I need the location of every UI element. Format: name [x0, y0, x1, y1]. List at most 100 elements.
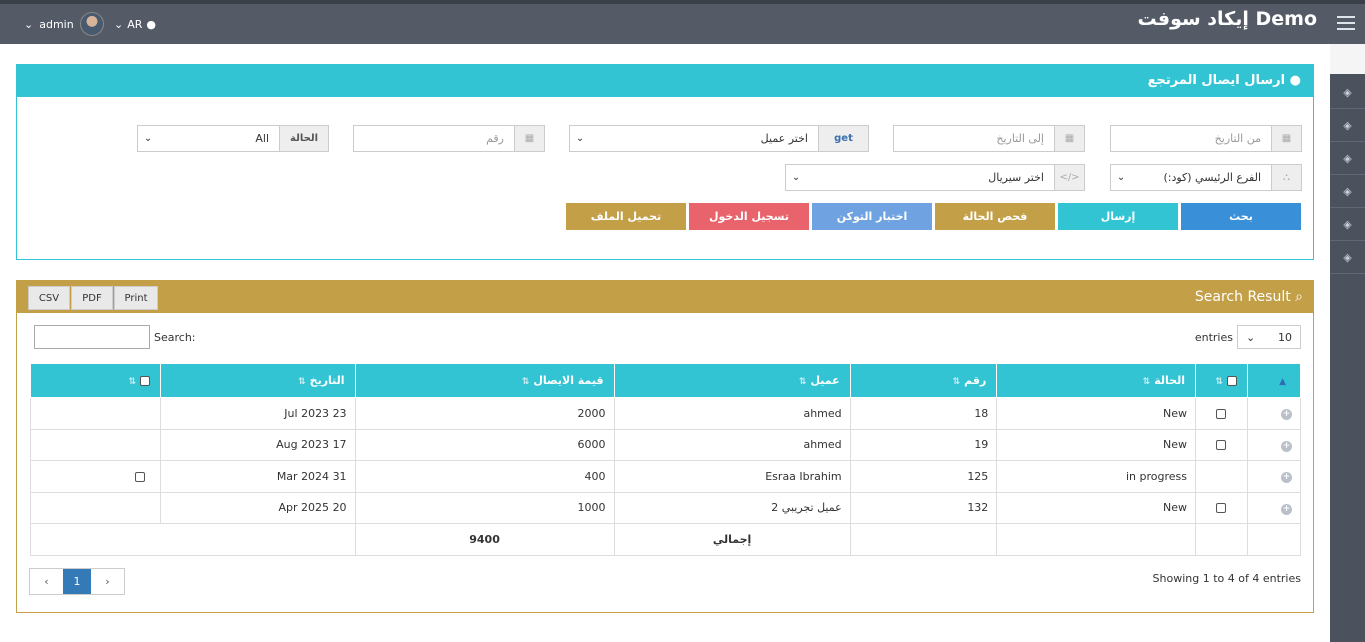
cell-client: Esraa Ibrahim: [613, 460, 851, 493]
page-1-button[interactable]: 1: [63, 569, 91, 594]
column-status[interactable]: الحالة⇅: [996, 363, 1196, 398]
cell-date: 17 Aug 2023: [160, 428, 356, 461]
expand-row-icon[interactable]: +: [1246, 397, 1302, 430]
column-amount[interactable]: قيمة الايصال⇅: [354, 363, 615, 398]
login-button[interactable]: تسجيل الدخول: [689, 203, 809, 230]
cell-date: 20 Apr 2025: [160, 491, 356, 524]
search-icon: ⌕: [1295, 289, 1303, 305]
to-date-field[interactable]: ▦ إلى التاريخ: [893, 125, 1085, 152]
cell-status: New: [996, 428, 1196, 461]
status-select[interactable]: الحالة All ⌄: [137, 125, 329, 152]
cell-client: ahmed: [613, 428, 851, 461]
prev-page-button[interactable]: ‹: [30, 569, 63, 594]
row-checkbox[interactable]: [29, 460, 162, 493]
row-checkbox[interactable]: [1194, 428, 1248, 461]
select-all-column[interactable]: ⇅: [1194, 363, 1248, 398]
entries-select[interactable]: ⌄ 10: [1237, 325, 1301, 349]
cell-amount: 1000: [354, 491, 615, 524]
menu-toggle-icon[interactable]: [1337, 16, 1355, 30]
chevron-down-icon: ⌄: [1116, 172, 1126, 183]
search-input[interactable]: [34, 325, 150, 349]
branch-select[interactable]: ⛬ الفرع الرئيسي (كود:) ⌄: [1110, 164, 1302, 191]
avatar: [79, 12, 104, 36]
cell-number: 125: [849, 460, 998, 493]
expand-row-icon[interactable]: +: [1246, 460, 1302, 493]
entries-control: ⌄ 10 entries: [1195, 325, 1301, 349]
layers-icon[interactable]: ◈: [1330, 109, 1365, 142]
cell-date: 23 Jul 2023: [160, 397, 356, 430]
cell-status: in progress: [996, 460, 1196, 493]
upload-file-button[interactable]: تحميل الملف: [566, 203, 686, 230]
search-label: Search:: [154, 330, 196, 344]
cell-empty: [29, 428, 162, 461]
language-label: AR: [127, 18, 143, 31]
layers-icon[interactable]: ◈: [1330, 241, 1365, 274]
column-date[interactable]: التاريخ⇅: [160, 363, 356, 398]
cell-empty: [29, 397, 162, 430]
pdf-button[interactable]: PDF: [71, 286, 113, 310]
language-switcher[interactable]: ⌄ AR ●: [114, 18, 156, 31]
sidebar-search-box: [1330, 44, 1365, 74]
user-menu[interactable]: ⌄ admin: [24, 12, 104, 36]
from-date-field[interactable]: ▦ من التاريخ: [1110, 125, 1302, 152]
cell-number: 132: [849, 491, 998, 524]
serial-select[interactable]: </> اختر سيريال ⌄: [785, 164, 1085, 191]
column-client[interactable]: عميل⇅: [613, 363, 851, 398]
circle-arrow-icon: ●: [1289, 73, 1301, 88]
client-select[interactable]: get اختر عميل ⌄: [569, 125, 869, 152]
layers-icon[interactable]: ◈: [1330, 76, 1365, 109]
check-status-button[interactable]: فحص الحالة: [935, 203, 1055, 230]
print-button[interactable]: Print: [114, 286, 158, 310]
layers-icon[interactable]: ◈: [1330, 208, 1365, 241]
get-button[interactable]: get: [818, 126, 868, 151]
send-button[interactable]: إرسال: [1058, 203, 1178, 230]
cell-empty: [29, 491, 162, 524]
row-checkbox[interactable]: [1194, 491, 1248, 524]
calendar-icon: ▦: [514, 126, 544, 151]
brand-title[interactable]: إيكاد سوفت Demo: [1138, 8, 1317, 30]
cell-amount: 6000: [354, 428, 615, 461]
pagination: ‹ 1 ›: [29, 568, 125, 595]
search-result-panel: ⌕ Search Result Print PDF CSV ⌄ 10 entri…: [16, 280, 1314, 613]
csv-button[interactable]: CSV: [28, 286, 70, 310]
sitemap-icon: ⛬: [1271, 165, 1301, 190]
showing-entries: Showing 1 to 4 of 4 entries: [1152, 572, 1301, 585]
top-navbar: إيكاد سوفت Demo ⌄ admin ⌄ AR ●: [0, 0, 1365, 44]
cell-number: 18: [849, 397, 998, 430]
select-all-checkbox[interactable]: [1226, 376, 1237, 386]
layers-icon[interactable]: ◈: [1330, 142, 1365, 175]
calendar-icon: ▦: [1271, 126, 1301, 151]
status-label: الحالة: [279, 126, 328, 151]
calendar-icon: ▦: [1054, 126, 1084, 151]
panel-title: ارسال ايصال المرتجع: [1147, 73, 1286, 88]
chevron-down-icon: ⌄: [114, 18, 124, 31]
cell-number: 19: [849, 428, 998, 461]
expand-row-icon[interactable]: +: [1246, 491, 1302, 524]
chevron-down-icon: ⌄: [24, 17, 34, 31]
cell-date: 31 Mar 2024: [160, 460, 356, 493]
chevron-down-icon: ⌄: [575, 133, 585, 144]
return-receipt-form-panel: ● ارسال ايصال المرتجع ▦ من التاريخ ▦ إلى…: [16, 64, 1314, 260]
panel-header: ⌕ Search Result: [17, 281, 1313, 313]
table-row: + in progress 125 Esraa Ibrahim 400 31 M…: [29, 460, 1302, 493]
results-table: ▲ ⇅ الحالة⇅ رقم⇅ عميل⇅ قيمة الايصال⇅ الت…: [29, 363, 1302, 556]
row-checkbox[interactable]: [1194, 397, 1248, 430]
column-number[interactable]: رقم⇅: [849, 363, 998, 398]
token-test-button[interactable]: اختبار التوكن: [812, 203, 932, 230]
search-button[interactable]: بحث: [1181, 203, 1301, 230]
number-field[interactable]: ▦ رقم: [353, 125, 545, 152]
entries-label: entries: [1194, 330, 1233, 344]
select-column-2[interactable]: ⇅: [29, 363, 162, 398]
chevron-down-icon: ⌄: [1246, 330, 1256, 344]
cell-client: عميل تجريبي 2: [613, 491, 851, 524]
next-page-button[interactable]: ›: [91, 569, 124, 594]
total-value: 9400: [354, 523, 615, 556]
cell-empty: [1194, 460, 1248, 493]
layers-icon[interactable]: ◈: [1330, 175, 1365, 208]
cell-status: New: [996, 491, 1196, 524]
globe-icon: ●: [146, 18, 156, 31]
select-all-checkbox[interactable]: [140, 376, 151, 386]
expand-column-header[interactable]: ▲: [1246, 363, 1302, 398]
expand-row-icon[interactable]: +: [1246, 428, 1302, 461]
username: admin: [39, 17, 74, 31]
